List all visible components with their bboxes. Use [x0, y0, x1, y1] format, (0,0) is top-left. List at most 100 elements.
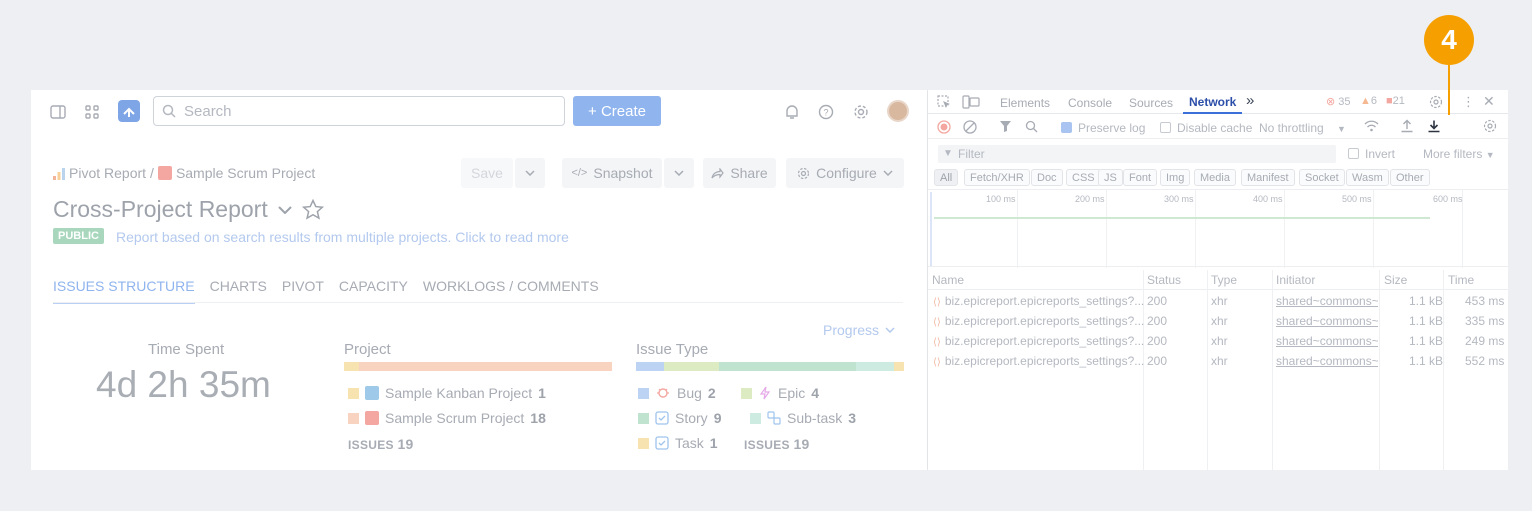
time-spent-value: 4d 2h 35m — [96, 364, 271, 405]
snapshot-dropdown-button[interactable] — [664, 158, 694, 188]
download-icon[interactable] — [1427, 119, 1441, 133]
search-icon[interactable] — [1025, 120, 1038, 136]
type-filter-fetch-xhr[interactable]: Fetch/XHR — [964, 169, 1030, 186]
chevron-down-icon[interactable] — [278, 205, 292, 214]
type-filter-doc[interactable]: Doc — [1031, 169, 1063, 186]
help-icon[interactable]: ? — [816, 102, 836, 122]
table-row[interactable]: ⟨⟩ biz.epicreport.epicreports_settings?..… — [928, 334, 1508, 354]
legend-kanban[interactable]: Sample Kanban Project 1 — [348, 385, 546, 401]
invert-checkbox[interactable]: Invert — [1348, 147, 1395, 161]
preserve-log-label: Preserve log — [1078, 121, 1146, 135]
report-description[interactable]: Report based on search results from mult… — [116, 229, 569, 245]
devtools-tab-elements[interactable]: Elements — [1000, 96, 1050, 110]
legend-task[interactable]: Task 1 — [638, 435, 718, 451]
user-avatar[interactable] — [887, 100, 909, 122]
type-filter-wasm[interactable]: Wasm — [1346, 169, 1389, 186]
snapshot-button[interactable]: </> Snapshot — [562, 158, 662, 188]
tab-issues-structure[interactable]: ISSUES STRUCTURE — [53, 278, 195, 304]
disable-cache-checkbox[interactable]: Disable cache — [1160, 121, 1252, 135]
legend-label: Bug — [677, 385, 702, 401]
type-filter-img[interactable]: Img — [1160, 169, 1191, 186]
configure-label: Configure — [816, 165, 877, 181]
type-filter-js[interactable]: JS — [1098, 169, 1123, 186]
import-har-icon[interactable] — [1400, 119, 1414, 136]
close-icon[interactable]: ✕ — [1483, 93, 1495, 110]
legend-story[interactable]: Story 9 — [638, 410, 721, 426]
network-timeline[interactable]: 100 ms 200 ms 300 ms 400 ms 500 ms 600 m… — [928, 189, 1508, 268]
type-filter-font[interactable]: Font — [1123, 169, 1158, 186]
request-name: biz.epicreport.epicreports_settings?... — [944, 354, 1145, 368]
record-icon[interactable] — [937, 120, 951, 137]
star-icon[interactable] — [301, 199, 324, 220]
tab-charts[interactable]: CHARTS — [210, 278, 267, 304]
devtools-tab-sources[interactable]: Sources — [1129, 96, 1173, 110]
save-button[interactable]: Save — [461, 158, 513, 188]
tab-pivot[interactable]: PIVOT — [282, 278, 324, 304]
configure-button[interactable]: Configure — [786, 158, 904, 188]
progress-dropdown[interactable]: Progress — [823, 322, 895, 338]
type-filter-all[interactable]: All — [934, 169, 959, 186]
device-toolbar-icon[interactable] — [962, 95, 980, 112]
filter-funnel-icon[interactable] — [999, 120, 1012, 136]
column-initiator[interactable]: Initiator — [1276, 273, 1315, 287]
type-filter-manifest[interactable]: Manifest — [1241, 169, 1295, 186]
request-time: 453 ms — [1465, 294, 1505, 308]
column-name[interactable]: Name — [932, 273, 964, 287]
legend-bug[interactable]: Bug 2 — [638, 385, 716, 401]
timeline-start-marker — [930, 192, 932, 266]
warning-count[interactable]: ▲6 — [1360, 95, 1377, 107]
sidebar-toggle-icon[interactable] — [48, 102, 68, 122]
tab-capacity[interactable]: CAPACITY — [339, 278, 408, 304]
devtools-tab-console[interactable]: Console — [1068, 96, 1112, 110]
legend-scrum[interactable]: Sample Scrum Project 18 — [348, 410, 546, 426]
table-row[interactable]: ⟨⟩ biz.epicreport.epicreports_settings?..… — [928, 354, 1508, 374]
error-count[interactable]: ⊗ 35 — [1326, 95, 1351, 108]
column-type[interactable]: Type — [1211, 273, 1237, 287]
scrum-project-icon — [365, 411, 379, 425]
type-filter-css[interactable]: CSS — [1066, 169, 1101, 186]
save-dropdown-button[interactable] — [515, 158, 545, 188]
breadcrumb-pivot-report[interactable]: Pivot Report — [69, 165, 146, 181]
table-row[interactable]: ⟨⟩ biz.epicreport.epicreports_settings?..… — [928, 314, 1508, 334]
inspect-element-icon[interactable] — [937, 95, 951, 112]
request-time: 335 ms — [1465, 314, 1505, 328]
request-initiator[interactable]: shared~commons~a — [1276, 354, 1378, 368]
tab-worklogs-comments[interactable]: WORKLOGS / COMMENTS — [423, 278, 599, 304]
jira-logo-icon[interactable] — [118, 100, 140, 122]
network-settings-icon[interactable] — [1483, 119, 1497, 136]
timeline-gridline — [1373, 190, 1374, 268]
request-initiator[interactable]: shared~commons~a — [1276, 294, 1378, 308]
throttling-select[interactable]: No throttling ▼ — [1259, 121, 1346, 135]
network-conditions-icon[interactable] — [1364, 119, 1379, 136]
notifications-bell-icon[interactable] — [782, 102, 802, 122]
column-time[interactable]: Time — [1448, 273, 1474, 287]
filter-input[interactable]: ▼ Filter — [938, 145, 1336, 163]
devtools-settings-icon[interactable] — [1429, 95, 1443, 112]
table-row[interactable]: ⟨⟩ biz.epicreport.epicreports_settings?..… — [928, 294, 1508, 314]
legend-subtask[interactable]: Sub-task 3 — [750, 410, 856, 426]
devtools-tab-network[interactable]: Network — [1183, 95, 1243, 114]
breadcrumb-project[interactable]: Sample Scrum Project — [176, 165, 315, 181]
preserve-log-checkbox[interactable]: Preserve log — [1061, 121, 1145, 135]
share-button[interactable]: Share — [703, 158, 776, 188]
settings-gear-icon[interactable] — [851, 102, 871, 122]
search-input[interactable]: Search — [153, 96, 565, 126]
column-status[interactable]: Status — [1147, 273, 1181, 287]
message-count[interactable]: ■21 — [1386, 95, 1405, 107]
request-type: xhr — [1211, 294, 1228, 308]
legend-swatch — [638, 437, 649, 449]
column-size[interactable]: Size — [1384, 273, 1407, 287]
request-initiator[interactable]: shared~commons~a — [1276, 334, 1378, 348]
type-filter-socket[interactable]: Socket — [1299, 169, 1345, 186]
request-initiator[interactable]: shared~commons~a — [1276, 314, 1378, 328]
legend-epic[interactable]: Epic 4 — [741, 385, 819, 401]
app-switcher-icon[interactable] — [82, 102, 102, 122]
create-button[interactable]: + Create — [573, 96, 661, 126]
clear-icon[interactable] — [963, 120, 977, 137]
more-filters-dropdown[interactable]: More filters ▼ — [1423, 147, 1495, 161]
type-filter-other[interactable]: Other — [1390, 169, 1430, 186]
type-filter-media[interactable]: Media — [1194, 169, 1236, 186]
kebab-menu-icon[interactable]: ⋮ — [1462, 94, 1475, 110]
more-tabs-icon[interactable]: » — [1246, 92, 1254, 109]
request-status: 200 — [1147, 314, 1168, 328]
